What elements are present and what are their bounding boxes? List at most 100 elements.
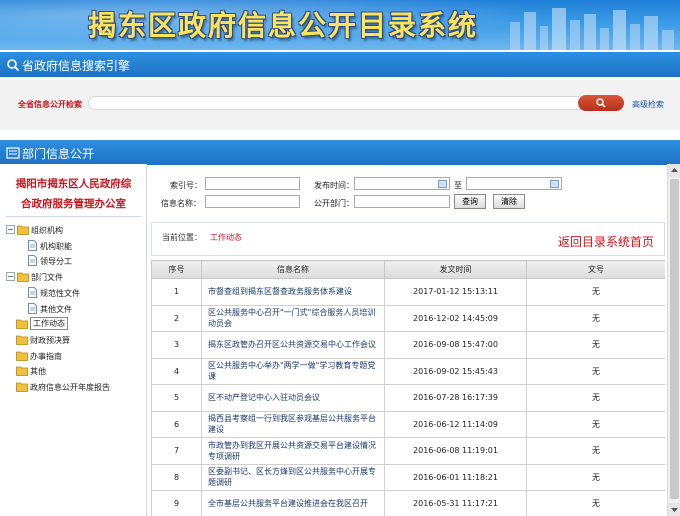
name-label: 信息名称： [161, 199, 201, 208]
breadcrumb-current: 工作动态 [210, 233, 242, 242]
tree-item-label: 机构职能 [40, 241, 72, 251]
cell-doc-number: 无 [526, 463, 665, 491]
search-section-bar: 省政府信息搜索引擎 [0, 52, 680, 77]
cell-time: 2017-01-12 15:13:11 [384, 278, 527, 306]
folder-icon [16, 334, 28, 345]
cell-name[interactable]: 市政管办到我区开展公共资源交易平台建设情况专项调研 [201, 437, 385, 465]
cell-doc-number: 无 [526, 357, 665, 385]
search-icon [7, 59, 20, 72]
scrollbar-thumb[interactable] [670, 179, 679, 499]
dept-section-bar: 部门信息公开 [0, 140, 680, 165]
left-divider [6, 216, 141, 217]
dept-section-title: 部门信息公开 [22, 147, 95, 161]
results-table: 序号 信息名称 发文时间 文号 1 市督查组到揭东区督查政务服务体系建设 2017-… [151, 260, 665, 516]
calendar-icon [438, 180, 447, 188]
vertical-scrollbar[interactable] [667, 164, 680, 516]
table-row[interactable]: 7 市政管办到我区开展公共资源交易平台建设情况专项调研 2016-06-08 11:… [151, 437, 665, 465]
table-row[interactable]: 1 市督查组到揭东区督查政务服务体系建设 2017-01-12 15:13:11 无 [151, 278, 665, 306]
document-icon [28, 302, 37, 314]
tree-item-label: 财政预决算 [30, 335, 70, 345]
cell-doc-number: 无 [526, 490, 665, 516]
query-button[interactable]: 查询 [454, 194, 486, 209]
cell-name[interactable]: 区公共服务中心召开"一门式"综合服务人员培训动员会 [201, 304, 385, 332]
table-row[interactable]: 8 区委副书记、区长方烽到区公共服务中心开展专题调研 2016-06-01 11:1… [151, 463, 665, 491]
calendar-icon [550, 180, 559, 188]
dept-label: 公开部门： [314, 199, 354, 208]
cell-name[interactable]: 区公共服务中心举办"两学一做"学习教育专题党课 [201, 357, 385, 385]
index-input[interactable] [205, 177, 300, 190]
search-input[interactable] [88, 96, 624, 110]
cell-name[interactable]: 全市基层公共服务平台建设推进会在我区召开 [201, 490, 385, 516]
cell-name[interactable]: 揭东区政管办召开区公共资源交易中心工作会议 [201, 331, 385, 359]
cell-no: 4 [151, 357, 202, 385]
filter-form: 索引号： 信息名称： 发布时间： 至 公开部门： 查询 清除 [148, 164, 668, 219]
table-row[interactable]: 4 区公共服务中心举办"两学一做"学习教育专题党课 2016-09-02 15:45… [151, 357, 665, 385]
cell-name[interactable]: 区委副书记、区长方烽到区公共服务中心开展专题调研 [201, 463, 385, 491]
index-label: 索引号： [170, 181, 202, 190]
cell-doc-number: 无 [526, 331, 665, 359]
clear-button[interactable]: 清除 [493, 194, 525, 209]
cell-time: 2016-09-02 15:45:43 [384, 357, 527, 385]
advanced-search-link[interactable]: 高级检索 [632, 99, 664, 110]
tree-item-label: 工作动态 [30, 317, 68, 331]
cell-doc-number: 无 [526, 437, 665, 465]
magnifier-icon [596, 98, 606, 108]
cell-time: 2016-05-31 11:17:21 [384, 490, 527, 516]
back-home-link[interactable]: 返回目录系统首页 [558, 233, 654, 250]
cell-doc-number: 无 [526, 410, 665, 438]
date-start-input[interactable] [354, 177, 450, 190]
breadcrumb: 当前位置： 工作动态 返回目录系统首页 [151, 222, 665, 256]
cell-time: 2016-06-08 11:19:01 [384, 437, 527, 465]
dept-input[interactable] [354, 195, 450, 208]
table-row[interactable]: 6 揭西县考察组一行到我区参观基层公共服务平台建设 2016-06-12 11:14… [151, 410, 665, 438]
tree-item-label: 其他 [30, 367, 46, 377]
search-button[interactable] [578, 95, 624, 111]
tree-item-label: 政府信息公开年度报告 [30, 383, 110, 392]
cell-doc-number: 无 [526, 304, 665, 332]
cell-time: 2016-06-01 11:18:21 [384, 463, 527, 491]
tree-item-label: 组织机构 [31, 226, 63, 235]
list-icon [6, 147, 20, 159]
col-header-doc: 文号 [526, 260, 665, 279]
name-input[interactable] [205, 195, 300, 208]
cell-name[interactable]: 区不动产登记中心入驻动员会议 [201, 384, 385, 412]
cell-no: 8 [151, 463, 202, 491]
results-table-wrap: 序号 信息名称 发文时间 文号 1 市督查组到揭东区督查政务服务体系建设 2017-… [151, 260, 665, 516]
document-icon [28, 286, 37, 298]
collapse-toggle-icon[interactable]: − [6, 225, 15, 234]
col-header-time: 发文时间 [384, 260, 527, 279]
cell-no: 6 [151, 410, 202, 438]
cell-doc-number: 无 [526, 384, 665, 412]
date-label: 发布时间： [314, 181, 354, 190]
collapse-toggle-icon[interactable]: − [6, 272, 15, 282]
document-icon [28, 255, 37, 267]
col-header-name: 信息名称 [201, 260, 385, 279]
cell-no: 9 [151, 490, 202, 516]
date-end-input[interactable] [466, 177, 562, 190]
cell-name[interactable]: 揭西县考察组一行到我区参观基层公共服务平台建设 [201, 410, 385, 438]
cell-time: 2016-06-12 11:14:09 [384, 410, 527, 438]
cell-no: 2 [151, 304, 202, 332]
scroll-down-arrow[interactable] [668, 503, 680, 516]
search-label: 全省信息公开检索 [18, 100, 82, 109]
table-header-row: 序号 信息名称 发文时间 文号 [151, 260, 665, 279]
cell-time: 2016-07-28 16:17:39 [384, 384, 527, 412]
cell-time: 2016-12-02 14:45:09 [384, 304, 527, 332]
tree-item-label: 领导分工 [40, 257, 72, 267]
table-row[interactable]: 3 揭东区政管办召开区公共资源交易中心工作会议 2016-09-08 15:47:0… [151, 331, 665, 359]
department-name-line2: 合政府服务管理办公室 [21, 198, 126, 210]
folder-icon [16, 365, 28, 377]
table-body: 1 市督查组到揭东区督查政务服务体系建设 2017-01-12 15:13:11 无 2… [151, 278, 665, 516]
table-row[interactable]: 9 全市基层公共服务平台建设推进会在我区召开 2016-05-31 11:17:21… [151, 490, 665, 516]
tree-item-label: 部门文件 [31, 273, 63, 283]
department-name-line1: 揭阳市揭东区人民政府综 [15, 178, 132, 190]
cell-name[interactable]: 市督查组到揭东区督查政务服务体系建设 [201, 278, 385, 306]
tree-item-label: 其他文件 [40, 304, 72, 314]
folder-icon [17, 224, 29, 235]
scroll-up-arrow[interactable] [668, 164, 680, 177]
site-title: 揭东区政府信息公开目录系统 [88, 9, 479, 42]
cell-no: 5 [151, 384, 202, 412]
table-row[interactable]: 2 区公共服务中心召开"一门式"综合服务人员培训动员会 2016-12-02 14:… [151, 304, 665, 332]
table-row[interactable]: 5 区不动产登记中心入驻动员会议 2016-07-28 16:17:39 无 [151, 384, 665, 412]
col-header-no: 序号 [151, 260, 202, 279]
